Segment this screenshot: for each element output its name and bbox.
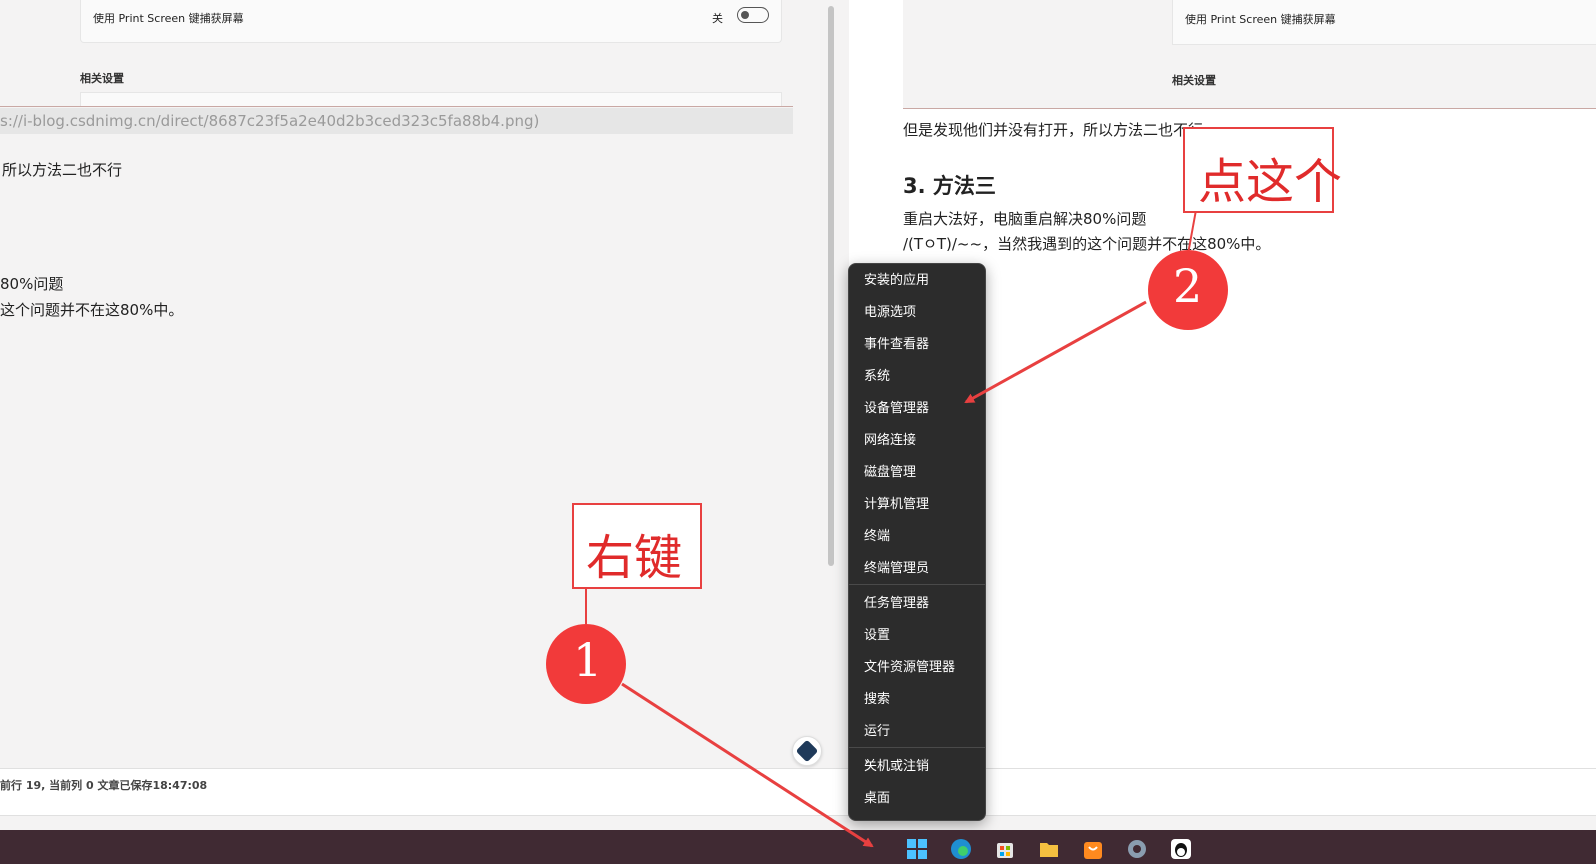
annotation-step-number: 2 bbox=[1173, 259, 1203, 313]
annotation-label-right-click: 右键 bbox=[572, 503, 702, 589]
menu-item-label: 运行 bbox=[864, 724, 891, 739]
menu-item-label: 设置 bbox=[864, 628, 891, 643]
annotation-label-text: 点这个 bbox=[1198, 154, 1343, 210]
file-explorer-icon[interactable] bbox=[1038, 838, 1060, 860]
annotation-step-2: 2 bbox=[1148, 250, 1228, 330]
windows-taskbar bbox=[0, 830, 1596, 864]
menu-item-label: 搜索 bbox=[864, 692, 891, 707]
preview-line-restart: 重启大法好，电脑重启解决80%问题 bbox=[903, 210, 1147, 228]
menu-item-file-explorer[interactable]: 文件资源管理器 bbox=[853, 651, 981, 679]
menu-item-task-manager[interactable]: 任务管理器 bbox=[853, 587, 981, 615]
editor-line-method2: 所以方法二也不行 bbox=[2, 161, 123, 179]
menu-item-label: 电源选项 bbox=[864, 305, 917, 320]
menu-item-terminal-admin[interactable]: 终端管理员 bbox=[853, 552, 981, 580]
settings-gear-icon[interactable] bbox=[1126, 838, 1148, 860]
annotation-step-1: 1 bbox=[546, 624, 626, 704]
printscreen-setting-card: 使用 Print Screen 键捕获屏幕 关 bbox=[80, 0, 782, 43]
menu-item-device-manager[interactable]: 设备管理器 bbox=[853, 392, 981, 420]
menu-item-shutdown-signout[interactable]: 关机或注销 › bbox=[853, 750, 981, 778]
menu-item-label: 网络连接 bbox=[864, 433, 917, 448]
menu-item-disk-management[interactable]: 磁盘管理 bbox=[853, 456, 981, 484]
menu-item-label: 系统 bbox=[864, 369, 891, 384]
menu-item-label: 终端管理员 bbox=[864, 561, 930, 576]
editor-scrollbar-thumb[interactable] bbox=[828, 6, 834, 566]
menu-item-network-connections[interactable]: 网络连接 bbox=[853, 424, 981, 452]
ai-assistant-icon bbox=[795, 739, 819, 763]
image-url-line: s://i-blog.csdnimg.cn/direct/8687c23f5a2… bbox=[0, 108, 793, 134]
menu-item-label: 计算机管理 bbox=[864, 497, 930, 512]
store-icon[interactable] bbox=[994, 838, 1016, 860]
preview-setting-label: 使用 Print Screen 键捕获屏幕 bbox=[1185, 13, 1336, 26]
edge-browser-icon[interactable] bbox=[950, 838, 972, 860]
menu-item-event-viewer[interactable]: 事件查看器 bbox=[853, 328, 981, 356]
menu-separator bbox=[849, 747, 985, 748]
annotation-step-number: 1 bbox=[573, 633, 603, 687]
menu-item-power-options[interactable]: 电源选项 bbox=[853, 296, 981, 324]
status-text: 前行 19, 当前列 0 文章已保存18:47:08 bbox=[0, 779, 208, 792]
menu-item-label: 事件查看器 bbox=[864, 337, 930, 352]
related-settings-title: 相关设置 bbox=[80, 72, 124, 85]
menu-item-label: 设备管理器 bbox=[864, 401, 930, 416]
image-url-text: s://i-blog.csdnimg.cn/direct/8687c23f5a2… bbox=[0, 112, 540, 130]
editor-line-not-in-80: 这个问题并不在这80%中。 bbox=[0, 301, 184, 319]
menu-item-terminal[interactable]: 终端 bbox=[853, 520, 981, 548]
shopping-bag-icon[interactable] bbox=[1082, 838, 1104, 860]
menu-item-label: 磁盘管理 bbox=[864, 465, 917, 480]
menu-item-installed-apps[interactable]: 安装的应用 bbox=[853, 264, 981, 292]
menu-item-run[interactable]: 运行 bbox=[853, 715, 981, 743]
menu-item-label: 任务管理器 bbox=[864, 596, 930, 611]
chevron-right-icon: › bbox=[864, 755, 870, 770]
preview-setting-card: 使用 Print Screen 键捕获屏幕 bbox=[1172, 0, 1596, 45]
menu-item-settings[interactable]: 设置 bbox=[853, 619, 981, 647]
related-settings-card bbox=[80, 92, 782, 107]
menu-item-label: 文件资源管理器 bbox=[864, 660, 956, 675]
menu-item-system[interactable]: 系统 bbox=[853, 360, 981, 388]
windows-start-icon[interactable] bbox=[906, 838, 928, 860]
menu-item-search[interactable]: 搜索 bbox=[853, 683, 981, 711]
preview-heading-method3: 3. 方法三 bbox=[903, 174, 996, 198]
preview-related-title: 相关设置 bbox=[1172, 74, 1216, 87]
printscreen-setting-label: 使用 Print Screen 键捕获屏幕 bbox=[93, 12, 244, 25]
preview-line-method2: 但是发现他们并没有打开，所以方法二也不行 bbox=[903, 121, 1204, 139]
editor-line-restart: 80%问题 bbox=[0, 275, 64, 293]
menu-item-label: 安装的应用 bbox=[864, 273, 930, 288]
editor-status-bar: 前行 19, 当前列 0 文章已保存18:47:08 bbox=[0, 768, 1596, 816]
annotation-label-click-this: 点这个 bbox=[1183, 127, 1342, 213]
winx-context-menu: 安装的应用 电源选项 事件查看器 系统 设备管理器 网络连接 磁盘管理 计算机管… bbox=[848, 263, 986, 821]
preview-line-not-in-80: /(TㅇT)/~~，当然我遇到的这个问题并不在这80%中。 bbox=[903, 235, 1271, 253]
menu-item-desktop[interactable]: 桌面 bbox=[853, 782, 981, 810]
ai-assistant-button[interactable] bbox=[792, 736, 822, 766]
toggle-state-label: 关 bbox=[712, 12, 723, 25]
menu-item-computer-management[interactable]: 计算机管理 bbox=[853, 488, 981, 516]
printscreen-toggle[interactable] bbox=[737, 7, 769, 23]
left-editor-pane: 使用 Print Screen 键捕获屏幕 关 相关设置 s://i-blog.… bbox=[0, 0, 795, 808]
menu-separator bbox=[849, 584, 985, 585]
qq-penguin-icon[interactable] bbox=[1170, 838, 1192, 860]
menu-item-label: 终端 bbox=[864, 529, 891, 544]
image-border bbox=[0, 106, 793, 107]
annotation-label-text: 右键 bbox=[586, 530, 683, 586]
menu-item-label: 桌面 bbox=[864, 791, 891, 806]
